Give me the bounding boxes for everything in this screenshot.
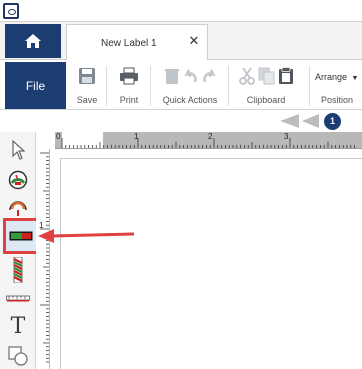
ruler-mark: 3: [284, 132, 289, 141]
callout-arrow: [38, 229, 134, 243]
redo-icon[interactable]: [202, 68, 216, 84]
dial-gauge-tool[interactable]: [4, 166, 32, 194]
previous-page-icon[interactable]: [302, 114, 320, 128]
save-label: Save: [76, 95, 98, 105]
object-toolbar: T: [0, 132, 39, 369]
ruler-line-tool[interactable]: [4, 284, 32, 312]
barcode-pole-tool[interactable]: [4, 256, 32, 284]
app-logo-icon: [3, 3, 19, 19]
tab-new-label[interactable]: New Label 1 ✕: [66, 24, 208, 61]
home-icon: [25, 34, 41, 48]
cut-icon[interactable]: [238, 67, 255, 85]
ruler-mark: 2: [208, 132, 213, 141]
paste-icon[interactable]: [278, 67, 294, 85]
close-icon[interactable]: ✕: [188, 34, 200, 47]
vertical-ruler: 1: [36, 149, 50, 369]
tab-strip: New Label 1 ✕: [0, 22, 362, 61]
copy-icon[interactable]: [258, 67, 275, 85]
delete-icon[interactable]: [164, 67, 180, 85]
text-tool-icon: T: [10, 313, 26, 339]
vertical-ruler-ticks: [40, 152, 49, 363]
pointer-tool[interactable]: [4, 136, 32, 164]
linear-bar-tool-icon: [9, 231, 33, 241]
ribbon: File Save Print Quick Actions Clipboard …: [0, 60, 362, 110]
ruler-corner: [36, 132, 55, 149]
arc-gauge-tool-icon: [9, 201, 27, 216]
quick-actions-group: Quick Actions: [155, 63, 225, 107]
pointer-tool-icon: [12, 140, 25, 160]
file-button[interactable]: File: [5, 62, 66, 109]
text-tool[interactable]: T: [4, 312, 32, 340]
clipboard-group: Clipboard: [231, 63, 301, 107]
save-icon: [79, 68, 95, 84]
title-bar: [0, 0, 362, 22]
shape-tool[interactable]: [4, 342, 32, 369]
ruler-line-tool-icon: [6, 295, 30, 302]
ruler-mark: 0: [56, 132, 61, 141]
horizontal-ruler: 0 1 2 3: [55, 132, 362, 149]
save-button[interactable]: Save: [72, 63, 102, 107]
barcode-pole-tool-icon: [13, 257, 23, 283]
linear-bar-tool[interactable]: [3, 218, 39, 254]
label-design-area[interactable]: [60, 158, 362, 369]
tab-label: New Label 1: [101, 38, 157, 49]
clipboard-label: Clipboard: [246, 95, 286, 105]
page-navigation: 1: [0, 110, 362, 132]
arrange-dropdown[interactable]: Arrange ▼: [315, 72, 358, 82]
arrange-label: Arrange: [315, 72, 348, 82]
home-button[interactable]: [5, 24, 61, 58]
printer-icon: [120, 67, 138, 85]
ribbon-divider: [150, 66, 151, 106]
ribbon-divider: [228, 66, 229, 106]
position-label: Position: [321, 95, 354, 105]
dial-gauge-tool-icon: [8, 170, 28, 190]
ribbon-divider: [309, 66, 310, 106]
ruler-mark: 1: [134, 132, 139, 141]
quick-actions-label: Quick Actions: [162, 95, 218, 105]
first-page-icon[interactable]: [280, 114, 300, 128]
page-number-badge[interactable]: 1: [324, 113, 341, 130]
ribbon-divider: [106, 66, 107, 106]
print-button[interactable]: Print: [113, 63, 145, 107]
chevron-down-icon: ▼: [351, 75, 359, 82]
print-label: Print: [119, 95, 139, 105]
shape-tool-icon: [8, 346, 28, 366]
undo-icon[interactable]: [184, 68, 198, 84]
